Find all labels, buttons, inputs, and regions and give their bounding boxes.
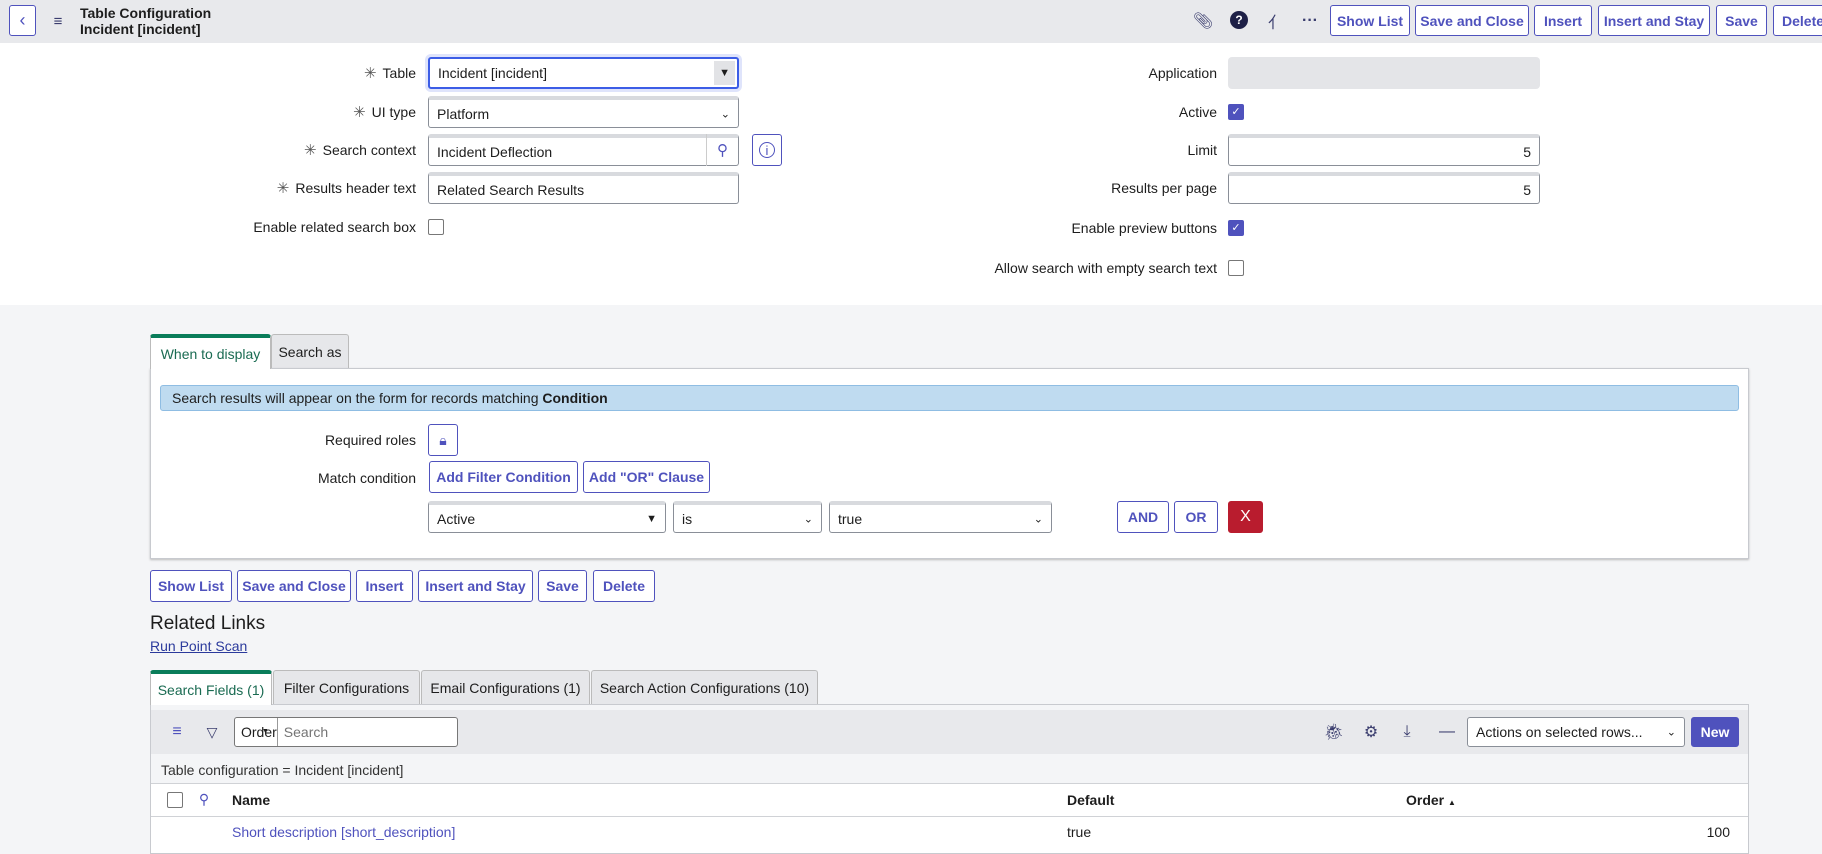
- row-default: true: [1067, 824, 1092, 840]
- required-roles-label: Required roles: [324, 432, 416, 448]
- required-icon: ✳: [363, 65, 377, 82]
- chevron-down-icon: ⌄: [1666, 726, 1676, 739]
- info-button[interactable]: i: [752, 134, 782, 166]
- results-per-page-input[interactable]: 5: [1228, 172, 1540, 204]
- chevron-down-icon: ⌄: [1033, 513, 1043, 525]
- enable-preview-label: Enable preview buttons: [1071, 220, 1217, 236]
- info-bar: Search results will appear on the form f…: [160, 385, 1739, 411]
- new-button[interactable]: New: [1691, 717, 1739, 747]
- minimize-icon[interactable]: —: [1437, 722, 1457, 742]
- ui-type-select[interactable]: Platform ⌄: [428, 96, 739, 128]
- tab-email-configurations[interactable]: Email Configurations (1): [421, 670, 590, 704]
- show-list-button[interactable]: Show List: [150, 570, 232, 602]
- application-label: Application: [1148, 65, 1218, 81]
- table-label: ✳ Table: [363, 65, 416, 82]
- remove-condition-button[interactable]: X: [1228, 501, 1263, 533]
- caret-down-icon: ▼: [714, 61, 735, 85]
- tab-search-fields[interactable]: Search Fields (1): [150, 670, 272, 705]
- tab-search-action-configurations[interactable]: Search Action Configurations (10): [591, 670, 818, 704]
- sort-ascending-icon: ▲: [1448, 798, 1456, 807]
- header-save-close-button[interactable]: Save and Close: [1415, 5, 1529, 36]
- caret-down-icon: ▼: [646, 512, 657, 525]
- search-field-select[interactable]: Order ▼: [235, 718, 278, 746]
- chevron-left-icon: ‹: [19, 10, 26, 30]
- list-menu-icon[interactable]: ≡: [168, 722, 186, 742]
- required-roles-button[interactable]: 🔒︎: [428, 424, 458, 456]
- results-header-label: ✳ Results header text: [276, 180, 416, 197]
- allow-empty-checkbox[interactable]: [1228, 260, 1244, 276]
- enable-related-checkbox[interactable]: [428, 219, 444, 235]
- filter-icon[interactable]: ▽: [203, 722, 221, 742]
- add-filter-condition-button[interactable]: Add Filter Condition: [429, 461, 578, 493]
- condition-operator-select[interactable]: is ⌄: [673, 501, 822, 533]
- condition-field-select[interactable]: Active ▼: [428, 501, 666, 533]
- limit-input[interactable]: 5: [1228, 134, 1540, 166]
- actions-select[interactable]: Actions on selected rows... ⌄: [1467, 717, 1685, 747]
- header-insert-button[interactable]: Insert: [1534, 5, 1592, 36]
- list-table: [151, 783, 1748, 853]
- delete-button[interactable]: Delete: [593, 570, 655, 602]
- limit-label: Limit: [1187, 142, 1217, 158]
- column-header-default[interactable]: Default: [1067, 792, 1114, 808]
- condition-value-select[interactable]: true ⌄: [829, 501, 1052, 533]
- select-all-checkbox[interactable]: [167, 792, 183, 808]
- gear-icon[interactable]: ⚙: [1361, 722, 1381, 742]
- application-field: [1228, 57, 1540, 89]
- active-label: Active: [1178, 104, 1217, 120]
- results-header-input[interactable]: Related Search Results: [428, 172, 739, 204]
- chevron-down-icon: ⌄: [803, 513, 813, 525]
- help-icon[interactable]: ?: [1230, 11, 1248, 29]
- list-search-input[interactable]: [277, 718, 465, 746]
- insert-button[interactable]: Insert: [356, 570, 413, 602]
- filter-breadcrumb: Table configuration = Incident [incident…: [161, 762, 404, 778]
- allow-empty-label: Allow search with empty search text: [994, 260, 1217, 276]
- enable-preview-checkbox[interactable]: ✓: [1228, 220, 1244, 236]
- row-name-link[interactable]: Short description [short_description]: [232, 824, 455, 840]
- back-button[interactable]: ‹: [9, 5, 36, 36]
- activity-icon[interactable]: ⺅: [1266, 10, 1286, 32]
- search-context-label: ✳ Search context: [304, 142, 416, 159]
- header-delete-button[interactable]: Delete: [1773, 5, 1822, 36]
- header-insert-stay-button[interactable]: Insert and Stay: [1598, 5, 1710, 36]
- tab-filter-configurations[interactable]: Filter Configurations: [273, 670, 420, 704]
- column-search-icon[interactable]: ⚲: [196, 790, 212, 808]
- paperclip-icon[interactable]: 📎︎: [1193, 10, 1213, 32]
- list-search: Order ▼: [234, 717, 465, 747]
- run-point-scan-link[interactable]: Run Point Scan: [150, 638, 247, 654]
- related-links-heading: Related Links: [150, 613, 266, 634]
- lock-icon: 🔒︎: [439, 431, 447, 448]
- results-per-page-label: Results per page: [1111, 180, 1217, 196]
- form-area: [0, 43, 1822, 305]
- menu-icon[interactable]: ≡: [50, 12, 66, 30]
- search-context-input[interactable]: Incident Deflection ⚲: [428, 134, 739, 166]
- column-header-order[interactable]: Order ▲: [1406, 792, 1456, 808]
- or-button[interactable]: OR: [1174, 501, 1218, 533]
- page-title: Table Configuration Incident [incident]: [80, 5, 212, 37]
- download-icon[interactable]: ⤓: [1397, 722, 1417, 742]
- header-show-list-button[interactable]: Show List: [1330, 5, 1410, 36]
- chevron-down-icon: ⌄: [720, 108, 730, 120]
- enable-related-label: Enable related search box: [253, 219, 416, 235]
- info-icon: i: [759, 142, 775, 158]
- tab-search-as[interactable]: Search as: [271, 334, 349, 368]
- column-header-name[interactable]: Name: [232, 792, 270, 808]
- save-button[interactable]: Save: [538, 570, 587, 602]
- bug-icon[interactable]: 🐞︎: [1324, 722, 1344, 742]
- add-or-clause-button[interactable]: Add "OR" Clause: [583, 461, 710, 493]
- active-checkbox[interactable]: ✓: [1228, 104, 1244, 120]
- ui-type-label: ✳ UI type: [353, 104, 416, 121]
- more-icon[interactable]: ···: [1300, 10, 1320, 32]
- search-icon[interactable]: ⚲: [706, 134, 738, 166]
- caret-down-icon: ▼: [261, 728, 269, 735]
- and-button[interactable]: AND: [1117, 501, 1169, 533]
- save-close-button[interactable]: Save and Close: [237, 570, 351, 602]
- row-order: 100: [1706, 824, 1730, 840]
- header-save-button[interactable]: Save: [1716, 5, 1767, 36]
- insert-stay-button[interactable]: Insert and Stay: [418, 570, 533, 602]
- tab-when-to-display[interactable]: When to display: [150, 334, 271, 369]
- match-condition-label: Match condition: [317, 470, 416, 486]
- table-select[interactable]: Incident [incident] ▼: [428, 57, 739, 89]
